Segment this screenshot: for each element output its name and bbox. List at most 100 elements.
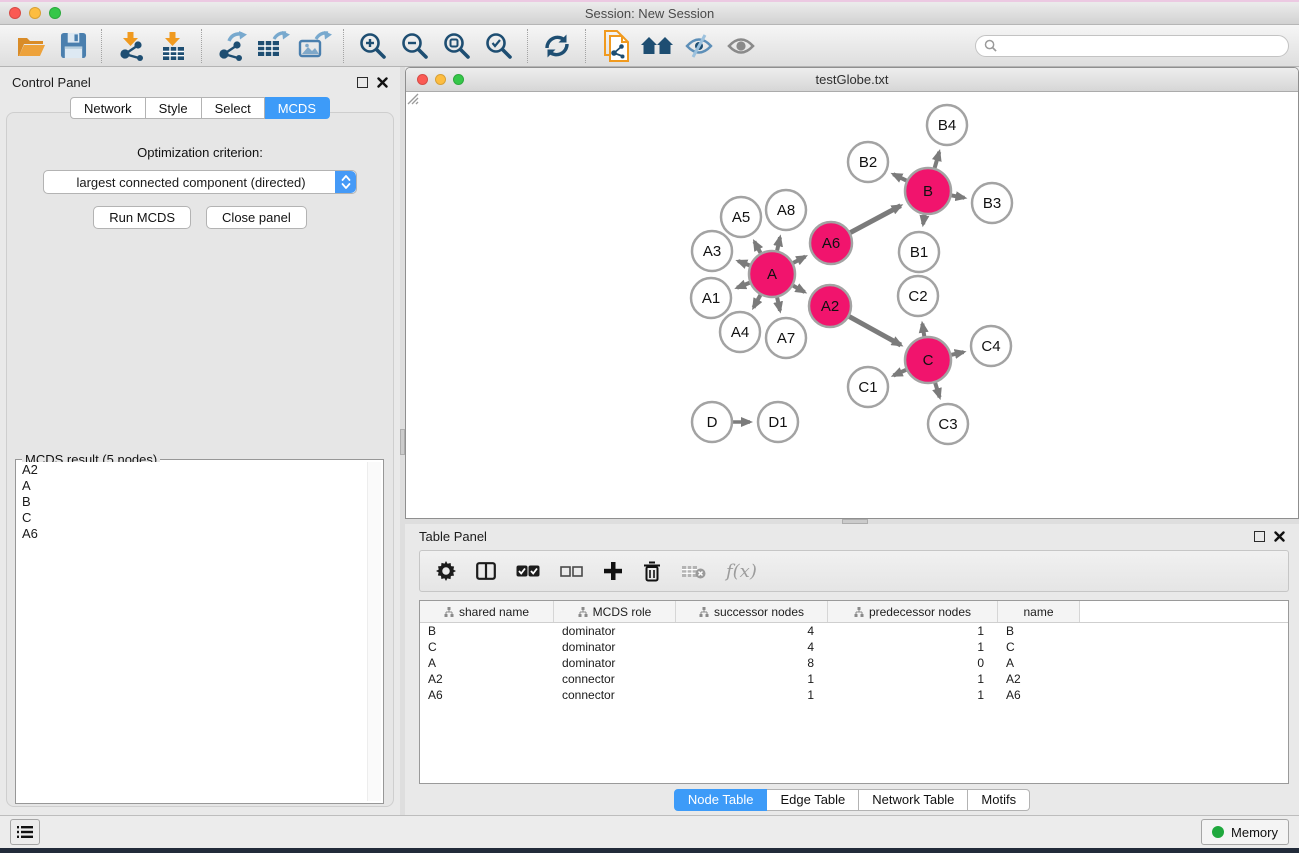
open-session-button[interactable]: [10, 27, 52, 65]
table-cell[interactable]: 1: [828, 671, 998, 687]
column-header[interactable]: shared name: [420, 601, 554, 622]
graph-node-B3[interactable]: B3: [972, 183, 1012, 223]
graph-edge-A-A3[interactable]: [738, 261, 749, 265]
graph-edge-B-B4[interactable]: [935, 152, 940, 168]
graph-node-A1[interactable]: A1: [691, 278, 731, 318]
export-network-button[interactable]: [210, 27, 252, 65]
table-cell[interactable]: dominator: [554, 639, 676, 655]
graph-node-A8[interactable]: A8: [766, 190, 806, 230]
table-cell[interactable]: 0: [828, 655, 998, 671]
graph-node-A3[interactable]: A3: [692, 231, 732, 271]
table-cell[interactable]: C: [998, 639, 1080, 655]
zoom-fit-button[interactable]: [436, 27, 478, 65]
graph-node-A4[interactable]: A4: [720, 312, 760, 352]
table-cell[interactable]: A6: [420, 687, 554, 703]
zoom-selected-button[interactable]: [478, 27, 520, 65]
graph-node-B4[interactable]: B4: [927, 105, 967, 145]
table-cell[interactable]: A: [420, 655, 554, 671]
graph-edge-A-A6[interactable]: [793, 256, 805, 262]
import-table-button[interactable]: [152, 27, 194, 65]
tab-style[interactable]: Style: [146, 97, 202, 119]
graph-edge-A2-C[interactable]: [849, 317, 901, 345]
table-cell[interactable]: 4: [676, 623, 828, 639]
close-icon[interactable]: [377, 77, 388, 88]
graph-node-C3[interactable]: C3: [928, 404, 968, 444]
run-mcds-button[interactable]: Run MCDS: [93, 206, 191, 229]
task-history-button[interactable]: [10, 819, 40, 845]
graph-node-B1[interactable]: B1: [899, 232, 939, 272]
graph-edge-A-A8[interactable]: [777, 237, 780, 250]
float-panel-icon[interactable]: [357, 77, 368, 88]
tab-select[interactable]: Select: [202, 97, 265, 119]
result-list-item[interactable]: B: [18, 494, 381, 510]
hide-panels-button[interactable]: [678, 27, 720, 65]
graph-edge-A-A7[interactable]: [777, 297, 780, 310]
graph-node-C1[interactable]: C1: [848, 367, 888, 407]
columns-icon[interactable]: [476, 562, 496, 580]
table-cell[interactable]: A: [998, 655, 1080, 671]
table-cell[interactable]: 1: [828, 623, 998, 639]
table-cell[interactable]: A2: [420, 671, 554, 687]
table-cell[interactable]: 8: [676, 655, 828, 671]
graph-edge-A-A4[interactable]: [754, 295, 761, 307]
table-cell[interactable]: 1: [676, 687, 828, 703]
table-cell[interactable]: connector: [554, 687, 676, 703]
table-cell[interactable]: 1: [828, 639, 998, 655]
graph-node-B[interactable]: B: [905, 168, 951, 214]
network-canvas[interactable]: AA1A2A3A4A5A6A7A8BB1B2B3B4CC1C2C3C4DD1: [406, 92, 1298, 519]
zoom-out-button[interactable]: [394, 27, 436, 65]
column-header[interactable]: name: [998, 601, 1080, 622]
graph-edge-C-C2[interactable]: [922, 324, 924, 337]
graph-node-D1[interactable]: D1: [758, 402, 798, 442]
graph-edge-B-B3[interactable]: [952, 195, 965, 197]
result-list-item[interactable]: A: [18, 478, 381, 494]
toolbar-search-field[interactable]: [975, 35, 1289, 57]
table-cell[interactable]: B: [420, 623, 554, 639]
table-row[interactable]: Adominator80A: [420, 655, 1288, 671]
show-panels-button[interactable]: [720, 27, 762, 65]
show-all-windows-button[interactable]: [636, 27, 678, 65]
tab-node-table[interactable]: Node Table: [674, 789, 768, 811]
column-header[interactable]: MCDS role: [554, 601, 676, 622]
tab-motifs[interactable]: Motifs: [968, 789, 1030, 811]
column-header[interactable]: predecessor nodes: [828, 601, 998, 622]
graph-node-D[interactable]: D: [692, 402, 732, 442]
graph-edge-A-A1[interactable]: [737, 283, 750, 288]
graph-node-A2[interactable]: A2: [809, 285, 851, 327]
graph-edge-A6-B[interactable]: [850, 206, 900, 233]
graph-edge-B-B1[interactable]: [923, 215, 924, 225]
search-input[interactable]: [1002, 38, 1280, 54]
table-cell[interactable]: A2: [998, 671, 1080, 687]
graph-node-C2[interactable]: C2: [898, 276, 938, 316]
graph-edge-C-C1[interactable]: [894, 370, 907, 376]
graph-node-A5[interactable]: A5: [721, 197, 761, 237]
export-table-button[interactable]: [252, 27, 294, 65]
horizontal-splitter-handle[interactable]: [842, 519, 868, 524]
criterion-dropdown[interactable]: largest connected component (directed): [43, 170, 357, 194]
graph-edge-C-C4[interactable]: [951, 352, 963, 355]
table-cell[interactable]: 1: [676, 671, 828, 687]
graph-edge-A-A2[interactable]: [793, 286, 805, 292]
result-list-item[interactable]: A2: [18, 462, 381, 478]
result-list-scrollbar[interactable]: [367, 462, 381, 801]
import-network-button[interactable]: [110, 27, 152, 65]
table-cell[interactable]: B: [998, 623, 1080, 639]
result-list-item[interactable]: A6: [18, 526, 381, 542]
graph-node-C4[interactable]: C4: [971, 326, 1011, 366]
table-cell[interactable]: A6: [998, 687, 1080, 703]
table-cell[interactable]: 1: [828, 687, 998, 703]
resize-grip-icon[interactable]: [406, 92, 419, 105]
column-header[interactable]: successor nodes: [676, 601, 828, 622]
table-row[interactable]: A2connector11A2: [420, 671, 1288, 687]
add-column-icon[interactable]: [603, 561, 623, 581]
graph-edge-C-C3[interactable]: [935, 383, 939, 397]
graph-node-A6[interactable]: A6: [810, 222, 852, 264]
float-panel-icon[interactable]: [1254, 531, 1265, 542]
table-cell[interactable]: connector: [554, 671, 676, 687]
tab-network-table[interactable]: Network Table: [859, 789, 968, 811]
save-session-button[interactable]: [52, 27, 94, 65]
gear-icon[interactable]: [436, 561, 456, 581]
table-cell[interactable]: C: [420, 639, 554, 655]
refresh-button[interactable]: [536, 27, 578, 65]
graph-edge-B-B2[interactable]: [893, 174, 906, 180]
